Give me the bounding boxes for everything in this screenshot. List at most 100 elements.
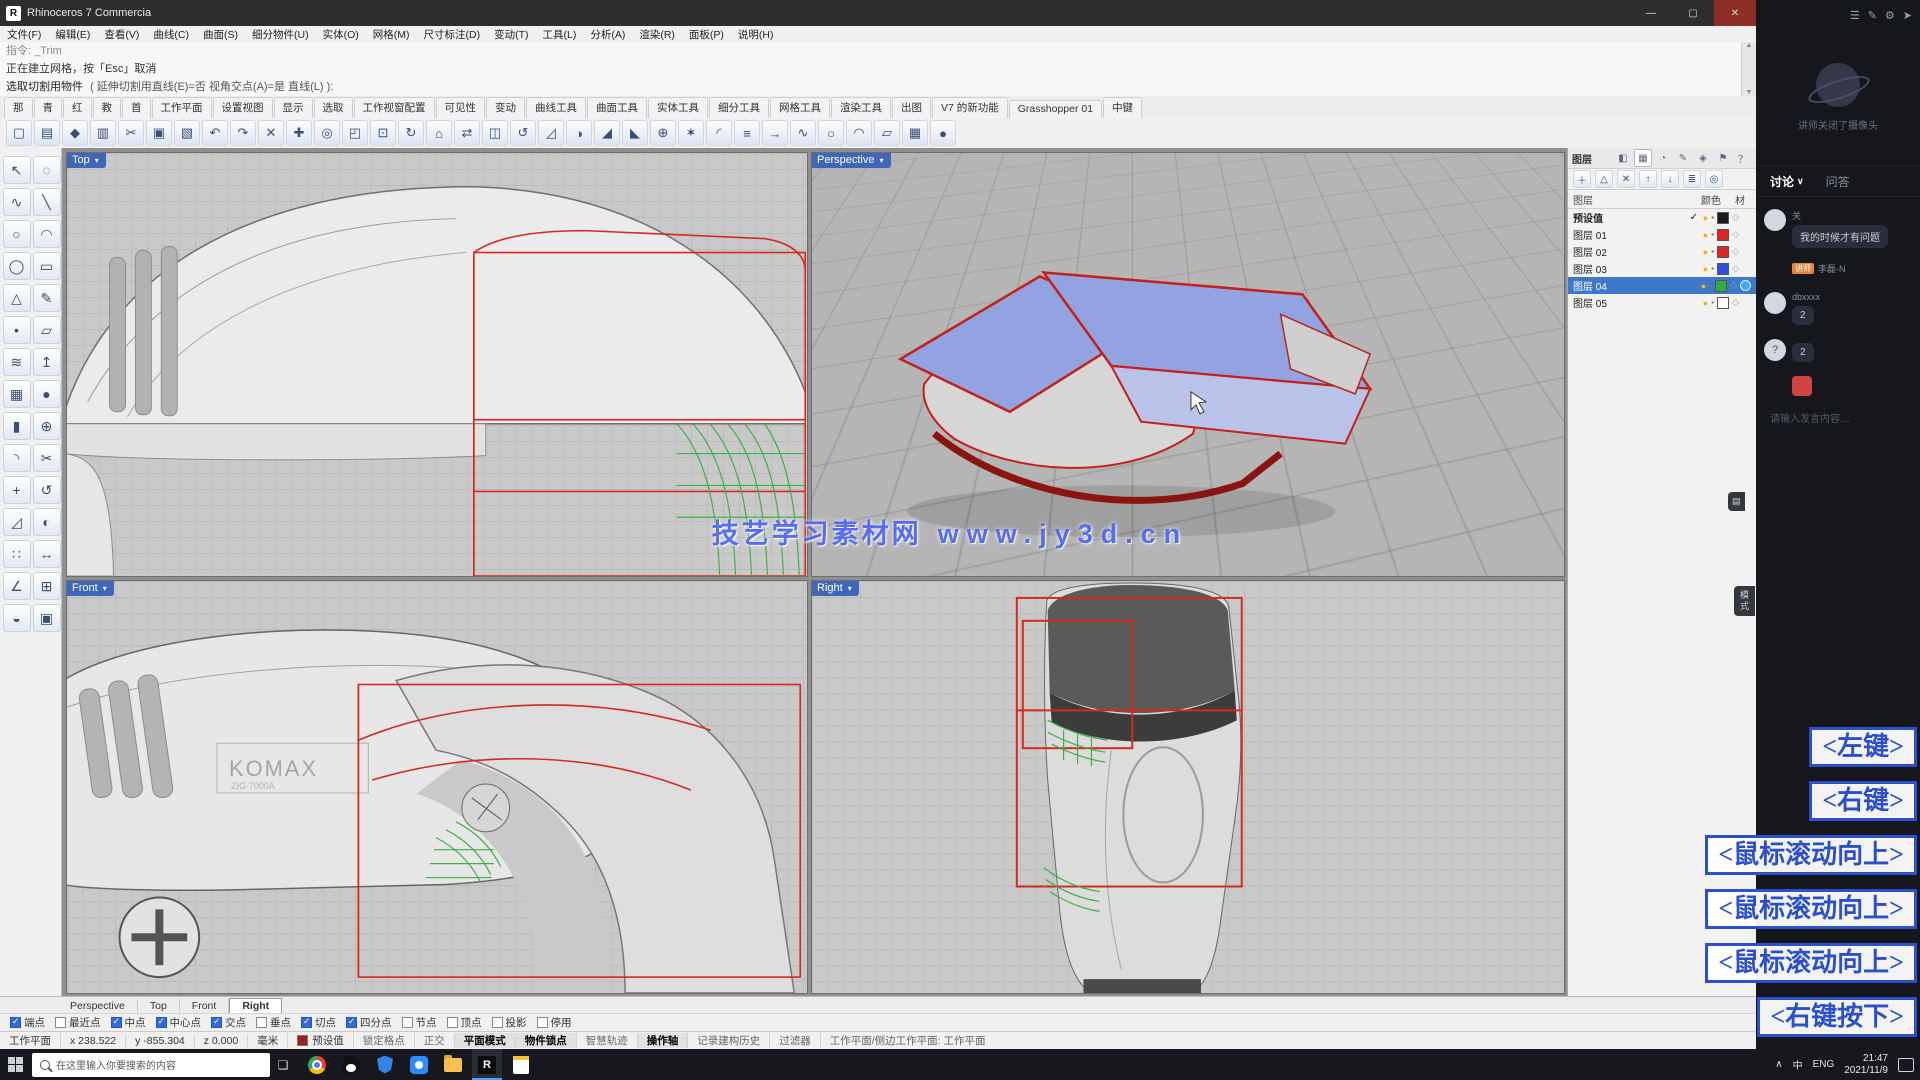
menu-item[interactable]: 文件(F) — [0, 27, 48, 42]
fillet-icon[interactable]: ◜ — [706, 120, 732, 146]
toolbar-tab[interactable]: 工作平面 — [152, 97, 212, 118]
toolbar-tab[interactable]: 首 — [122, 97, 151, 118]
undo-view-icon[interactable]: ⌂ — [426, 120, 452, 146]
viewport-perspective-canvas[interactable] — [812, 153, 1564, 576]
cplane-button[interactable]: 工作平面 — [0, 1033, 61, 1048]
undo-icon[interactable]: ↶ — [202, 120, 228, 146]
checkbox[interactable] — [346, 1017, 357, 1028]
toolbar-tab[interactable]: 教 — [93, 97, 122, 118]
osnap-toggle[interactable]: 投影 — [492, 1015, 527, 1030]
scale-icon[interactable]: ◿ — [3, 508, 31, 536]
paste-icon[interactable]: ▧ — [174, 120, 200, 146]
toolbar-tab[interactable]: Grasshopper 01 — [1009, 100, 1102, 118]
tray-chevron-icon[interactable]: ∧ — [1775, 1059, 1782, 1070]
current-layer-chip[interactable]: 预设值 — [288, 1033, 354, 1048]
share-icon[interactable]: ➤ — [1903, 9, 1912, 22]
layer-filter-icon[interactable]: ◎ — [1705, 170, 1723, 188]
checkbox[interactable] — [301, 1017, 312, 1028]
delete-icon[interactable]: ✕ — [258, 120, 284, 146]
ellipse-icon[interactable]: ◯ — [3, 252, 31, 280]
toolbar-tab[interactable]: 可见性 — [436, 97, 486, 118]
properties-panel-tab-icon[interactable]: ◧ — [1614, 149, 1632, 167]
toolbar-tab[interactable]: 选取 — [314, 97, 353, 118]
close-button[interactable]: ✕ — [1714, 0, 1756, 26]
viewport-tab[interactable]: Right — [229, 998, 282, 1013]
status-toggle[interactable]: 物件锁点 — [516, 1033, 577, 1048]
layer-lock-icon[interactable]: ▪ — [1711, 247, 1714, 256]
scroll-down-icon[interactable]: ▼ — [1746, 89, 1753, 96]
boolean-union-icon[interactable]: ⊕ — [33, 412, 61, 440]
point-icon[interactable]: • — [3, 316, 31, 344]
sidebar-float-widget[interactable]: 模式 — [1734, 586, 1755, 616]
arc-icon[interactable]: ◠ — [33, 220, 61, 248]
menu-icon[interactable]: ☰ — [1850, 9, 1860, 22]
toolbar-tab[interactable]: 设置视图 — [213, 97, 273, 118]
command-area[interactable]: 指令: _Trim 正在建立网格，按「Esc」取消 选取切割用物件 ( 延伸切割… — [0, 42, 1756, 97]
toolbar-tab[interactable]: 实体工具 — [648, 97, 708, 118]
join-icon[interactable]: ⊕ — [650, 120, 676, 146]
trim-icon[interactable]: ◢ — [594, 120, 620, 146]
layer-visibility-bulb-icon[interactable]: ● — [1703, 298, 1708, 308]
rotate-icon[interactable]: ↺ — [510, 120, 536, 146]
ime-indicator[interactable]: 中 — [1793, 1057, 1803, 1072]
osnap-toggle[interactable]: 端点 — [10, 1015, 45, 1030]
move-icon[interactable]: + — [3, 476, 31, 504]
osnap-toggle[interactable]: 中心点 — [156, 1015, 202, 1030]
box-icon[interactable]: ▦ — [3, 380, 31, 408]
checkbox[interactable] — [402, 1017, 413, 1028]
command-prompt[interactable]: 选取切割用物件 ( 延伸切割用直线(E)=否 视角交点(A)=是 直线(L) )… — [0, 78, 1756, 96]
security-shield-icon[interactable] — [370, 1049, 400, 1080]
layer-visibility-bulb-icon[interactable]: ● — [1703, 247, 1708, 257]
layer-row[interactable]: 图层 01 ● ▪ ◇ — [1568, 226, 1756, 243]
menu-item[interactable]: 工具(L) — [536, 27, 584, 42]
toolbar-tab[interactable]: 工作视窗配置 — [354, 97, 435, 118]
move-layer-up-icon[interactable]: ↑ — [1639, 170, 1657, 188]
move-layer-down-icon[interactable]: ↓ — [1661, 170, 1679, 188]
menu-item[interactable]: 细分物件(U) — [245, 27, 316, 42]
layer-lock-icon[interactable]: ▪ — [1711, 213, 1714, 222]
zoom-extents-icon[interactable]: ⊡ — [370, 120, 396, 146]
command-scrollbar[interactable]: ▲ ▼ — [1741, 42, 1756, 96]
display-panel-tab-icon[interactable]: ◔ — [1654, 149, 1672, 167]
toolbar-tab[interactable]: 曲线工具 — [526, 97, 586, 118]
open-file-icon[interactable]: ▤ — [34, 120, 60, 146]
viewport-right[interactable]: Right▾ — [811, 580, 1565, 994]
menu-item[interactable]: 说明(H) — [731, 27, 781, 42]
zoom-dynamic-icon[interactable]: ◎ — [314, 120, 340, 146]
sphere-icon[interactable]: ● — [33, 380, 61, 408]
menu-item[interactable]: 实体(O) — [316, 27, 366, 42]
mirror-icon[interactable]: ◐ — [33, 508, 61, 536]
viewport-top-label[interactable]: Top▾ — [67, 153, 106, 168]
cylinder-icon[interactable]: ▮ — [3, 412, 31, 440]
checkbox[interactable] — [10, 1017, 21, 1028]
dimension-icon[interactable]: ↔ — [33, 540, 61, 568]
curve-icon[interactable]: ∿ — [3, 188, 31, 216]
select-icon[interactable]: ↖ — [3, 156, 31, 184]
scale-icon[interactable]: ◿ — [538, 120, 564, 146]
polygon-icon[interactable]: △ — [3, 284, 31, 312]
surface-icon[interactable]: ▱ — [33, 316, 61, 344]
toolbar-tab[interactable]: 细分工具 — [709, 97, 769, 118]
circle-icon[interactable]: ○ — [818, 120, 844, 146]
explode-icon[interactable]: ✶ — [678, 120, 704, 146]
viewport-tab[interactable]: Perspective — [58, 999, 138, 1013]
chat-tab[interactable]: 讨论∨ — [1770, 173, 1804, 190]
settings-icon[interactable]: ⚙ — [1885, 9, 1895, 22]
new-layer-icon[interactable]: ＋ — [1573, 170, 1591, 188]
osnap-toggle[interactable]: 节点 — [402, 1015, 437, 1030]
menu-item[interactable]: 网格(M) — [366, 27, 417, 42]
layer-row[interactable]: 图层 03 ● ▪ ◇ — [1568, 260, 1756, 277]
menu-item[interactable]: 曲线(C) — [146, 27, 196, 42]
layer-material-icon[interactable]: ◇ — [1732, 212, 1739, 223]
layer-material-icon[interactable]: ◇ — [1732, 229, 1739, 240]
viewport-top-canvas[interactable] — [67, 153, 807, 576]
notes-icon[interactable] — [506, 1049, 536, 1080]
layer-color-swatch[interactable] — [1717, 212, 1729, 224]
layer-row[interactable]: 图层 05 ● ▪ ◇ — [1568, 294, 1756, 311]
layer-color-swatch[interactable] — [1717, 297, 1729, 309]
delete-layer-icon[interactable]: ✕ — [1617, 170, 1635, 188]
rendering-panel-tab-icon[interactable]: ⚑ — [1714, 149, 1732, 167]
rotate-view-icon[interactable]: ↻ — [398, 120, 424, 146]
viewport-front-canvas[interactable]: KOMAX ZIG-7000A — [67, 581, 807, 993]
file-explorer-icon[interactable] — [438, 1049, 468, 1080]
